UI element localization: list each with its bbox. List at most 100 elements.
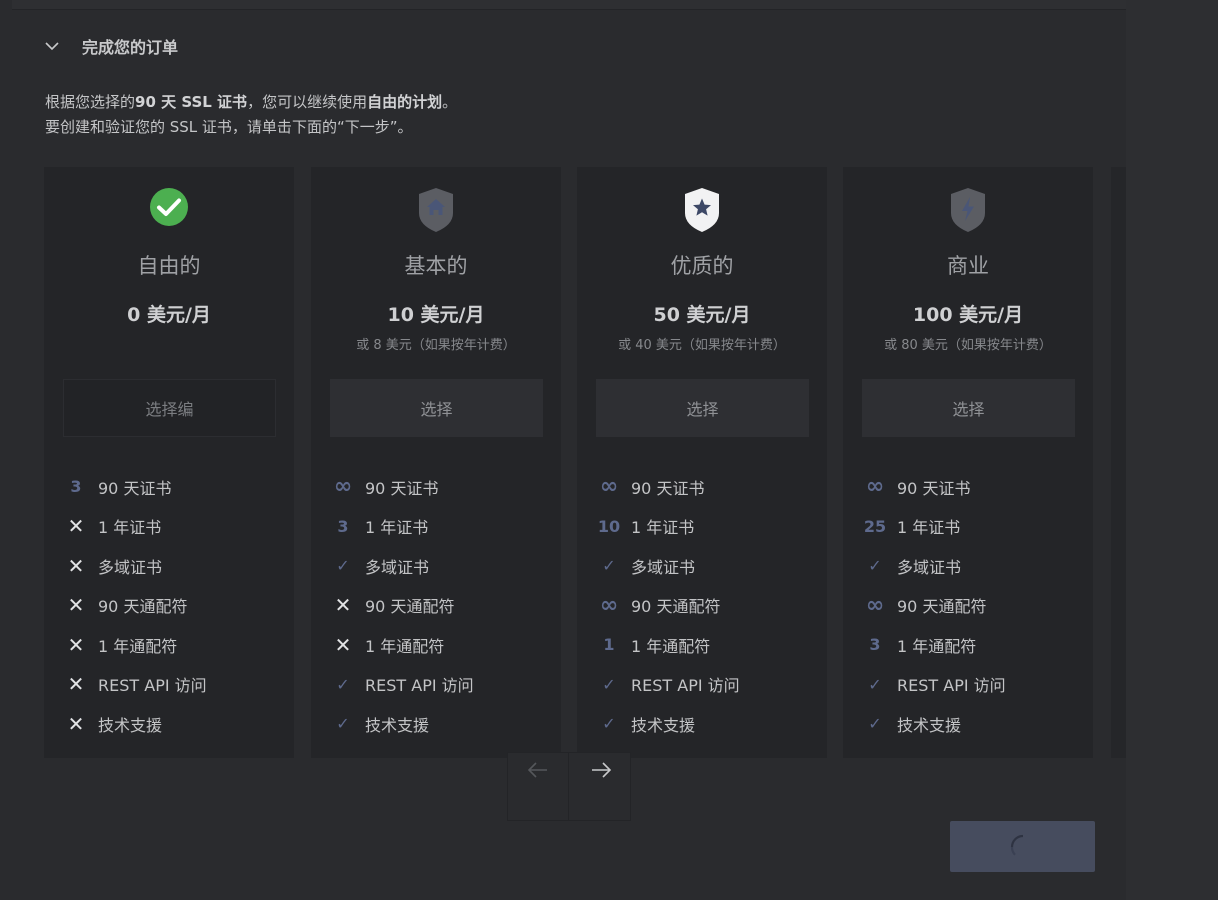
feature-list: 3 90 天证书 ✕ 1 年证书 ✕ 多域证书 ✕ 90 天通配符 ✕ 1 年通配符 ✕ R… <box>64 467 284 744</box>
feature-count: 1 <box>603 635 615 655</box>
arrow-left-icon[interactable] <box>508 753 569 820</box>
check-icon: ✓ <box>868 674 882 694</box>
feature-item: ✕ 1 年证书 <box>64 507 284 547</box>
feature-item: ✕ 90 天通配符 <box>331 586 551 626</box>
feature-item: 1 1 年通配符 <box>597 625 817 665</box>
feature-item: ✕ 多域证书 <box>64 546 284 586</box>
feature-item: ✓ 多域证书 <box>331 546 551 586</box>
intro-text: 根据您选择的90 天 SSL 证书，您可以继续使用自由的计划。 要创建和验证您的… <box>45 90 457 140</box>
feature-list: ∞ 90 天证书 25 1 年证书 ✓ 多域证书 ∞ 90 天通配符 3 1 年通配符 ✓… <box>863 467 1083 744</box>
feature-item: ✕ 1 年通配符 <box>331 625 551 665</box>
feature-item: ✓ 技术支援 <box>331 704 551 744</box>
intro-line-1: 根据您选择的90 天 SSL 证书，您可以继续使用自由的计划。 <box>45 90 457 115</box>
check-icon: ✓ <box>602 714 616 734</box>
plan-price: 50 美元/月 <box>653 304 751 326</box>
feature-label: REST API 访问 <box>365 676 474 696</box>
plan-icon <box>577 187 827 235</box>
plan-card-premium: 优质的 50 美元/月 或 40 美元（如果按年计费） 选择 ∞ 90 天证书 1… <box>577 167 827 758</box>
plan-icon <box>44 187 294 235</box>
feature-label: 1 年通配符 <box>897 636 977 656</box>
check-icon: ✓ <box>336 556 350 576</box>
feature-item: ✓ 多域证书 <box>863 546 1083 586</box>
arrow-right-icon[interactable] <box>570 753 631 820</box>
infinity-icon: ∞ <box>865 592 885 618</box>
spinner-icon <box>1010 834 1023 856</box>
feature-label: 多域证书 <box>98 557 163 577</box>
feature-label: 90 天通配符 <box>98 597 188 617</box>
plan-icon <box>843 187 1093 235</box>
select-plan-button[interactable]: 选择 <box>330 379 543 437</box>
feature-item: 3 90 天证书 <box>64 467 284 507</box>
plan-card-business: 商业 100 美元/月 或 80 美元（如果按年计费） 选择 ∞ 90 天证书 2… <box>843 167 1093 758</box>
cross-icon: ✕ <box>67 632 85 657</box>
plan-cards: 自由的 0 美元/月 选择编 3 90 天证书 ✕ 1 年证书 ✕ 多域证书 ✕ 90 … <box>44 167 1126 758</box>
feature-item: ∞ 90 天证书 <box>863 467 1083 507</box>
select-plan-button[interactable]: 选择 <box>596 379 809 437</box>
top-divider <box>12 0 1126 10</box>
plan-name: 优质的 <box>670 254 734 278</box>
next-step-button[interactable] <box>950 821 1095 872</box>
feature-count: 3 <box>70 477 82 497</box>
plan-annual-price: 或 40 美元（如果按年计费） <box>618 338 786 353</box>
intro-cert: 90 天 SSL 证书 <box>135 93 248 111</box>
plan-icon <box>311 187 561 235</box>
plan-price: 100 美元/月 <box>912 304 1024 326</box>
feature-label: 90 天通配符 <box>897 597 987 617</box>
shield-bolt-icon <box>951 188 985 232</box>
select-plan-button[interactable]: 选择 <box>862 379 1075 437</box>
feature-label: 技术支援 <box>631 715 696 735</box>
cross-icon: ✕ <box>334 593 352 618</box>
feature-item: 10 1 年证书 <box>597 507 817 547</box>
cross-icon: ✕ <box>67 593 85 618</box>
feature-item: ✕ 90 天通配符 <box>64 586 284 626</box>
feature-label: 多域证书 <box>631 557 696 577</box>
intro-line-2: 要创建和验证您的 SSL 证书，请单击下面的“下一步”。 <box>45 118 413 136</box>
plan-card-free: 自由的 0 美元/月 选择编 3 90 天证书 ✕ 1 年证书 ✕ 多域证书 ✕ 90 … <box>44 167 294 758</box>
cross-icon: ✕ <box>67 711 85 736</box>
feature-item: ✓ 技术支援 <box>863 704 1083 744</box>
carousel-pager <box>507 752 631 821</box>
feature-item: 25 1 年证书 <box>863 507 1083 547</box>
plan-annual-price: 或 8 美元（如果按年计费） <box>356 338 516 353</box>
feature-item: ✓ 多域证书 <box>597 546 817 586</box>
feature-count: 10 <box>597 516 621 536</box>
next-card-peek <box>1111 167 1126 758</box>
infinity-icon: ∞ <box>599 474 619 500</box>
plan-name: 自由的 <box>137 254 201 278</box>
feature-label: 90 天证书 <box>98 478 172 498</box>
plan-price: 10 美元/月 <box>387 304 485 326</box>
feature-label: 90 天证书 <box>365 478 439 498</box>
plan-name: 商业 <box>947 254 989 278</box>
feature-label: 技术支援 <box>98 715 163 735</box>
feature-label: 1 年证书 <box>365 518 429 538</box>
plan-annual-price: 或 80 美元（如果按年计费） <box>884 338 1052 353</box>
feature-label: REST API 访问 <box>897 676 1006 696</box>
check-icon: ✓ <box>336 674 350 694</box>
feature-label: 技术支援 <box>365 715 430 735</box>
feature-label: REST API 访问 <box>98 676 207 696</box>
feature-item: ✕ 1 年通配符 <box>64 625 284 665</box>
feature-item: ✓ 技术支援 <box>597 704 817 744</box>
feature-count: 3 <box>869 635 881 655</box>
feature-label: 多域证书 <box>897 557 962 577</box>
select-plan-button[interactable]: 选择编 <box>63 379 276 437</box>
shield-home-icon <box>419 188 453 232</box>
feature-label: 1 年证书 <box>897 518 961 538</box>
feature-label: 1 年证书 <box>631 518 695 538</box>
feature-label: 90 天通配符 <box>365 597 455 617</box>
section-title: 完成您的订单 <box>82 38 179 57</box>
chevron-down-icon[interactable] <box>44 38 60 54</box>
section-header[interactable]: 完成您的订单 <box>44 34 178 58</box>
check-icon: ✓ <box>336 714 350 734</box>
feature-item: ✕ 技术支援 <box>64 704 284 744</box>
feature-label: 1 年通配符 <box>365 636 445 656</box>
feature-item: ✓ REST API 访问 <box>863 665 1083 705</box>
feature-item: ∞ 90 天通配符 <box>863 586 1083 626</box>
feature-label: 多域证书 <box>365 557 430 577</box>
feature-label: REST API 访问 <box>631 676 740 696</box>
order-page: 完成您的订单 根据您选择的90 天 SSL 证书，您可以继续使用自由的计划。 要… <box>0 0 1218 900</box>
check-circle-icon <box>150 188 188 226</box>
feature-list: ∞ 90 天证书 10 1 年证书 ✓ 多域证书 ∞ 90 天通配符 1 1 年通配符 ✓… <box>597 467 817 744</box>
check-icon: ✓ <box>602 674 616 694</box>
feature-list: ∞ 90 天证书 3 1 年证书 ✓ 多域证书 ✕ 90 天通配符 ✕ 1 年通配符 ✓ R… <box>331 467 551 744</box>
